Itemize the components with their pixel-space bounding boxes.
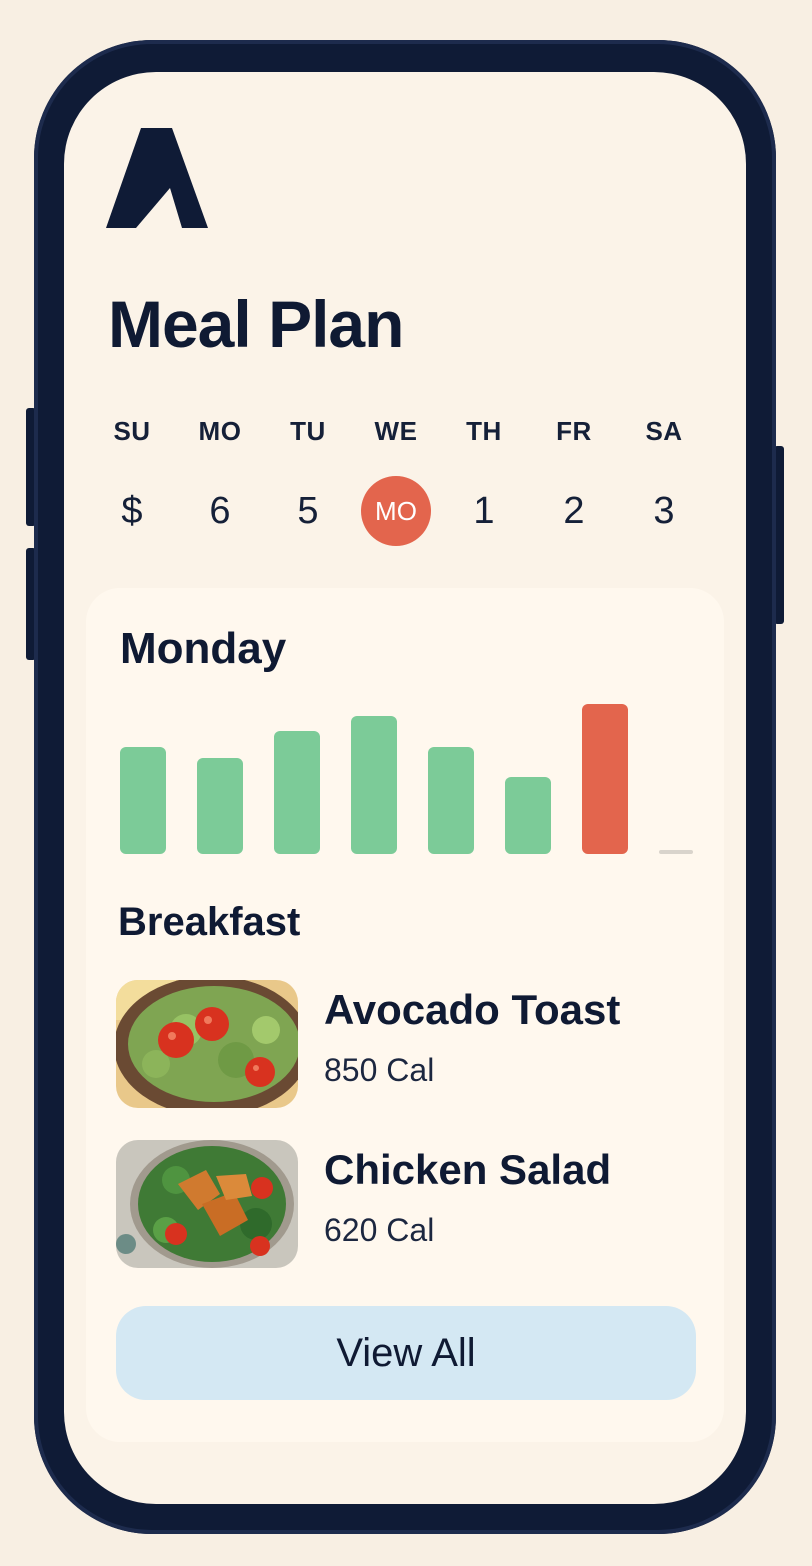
chart-bar — [428, 747, 474, 854]
chart-bar — [505, 777, 551, 854]
day-title: Monday — [120, 624, 287, 673]
day-number-selected: MO — [361, 476, 431, 546]
avocado-toast-image — [116, 980, 298, 1108]
day-label: WE — [374, 416, 418, 446]
day-label: FR — [556, 416, 592, 446]
chicken-salad-image — [116, 1140, 298, 1268]
meal-item[interactable]: Chicken Salad 620 Cal — [116, 1140, 696, 1268]
chart-bar — [120, 747, 166, 854]
section-title-breakfast: Breakfast — [118, 900, 301, 944]
meal-item[interactable]: Avocado Toast 850 Cal — [116, 980, 696, 1108]
meal-calories: 620 Cal — [324, 1212, 435, 1248]
meal-calories: 850 Cal — [324, 1052, 435, 1088]
calorie-bar-chart — [120, 704, 693, 854]
day-label: SA — [645, 416, 683, 446]
day-number: 5 — [297, 490, 319, 532]
day-number: 3 — [653, 490, 675, 532]
day-label: TH — [466, 416, 502, 446]
day-card: Monday Breakfast Avocado Toast 850 Cal C… — [86, 588, 724, 1442]
day-label: TU — [290, 416, 326, 446]
logo-a-icon — [106, 128, 208, 228]
app-screen: Meal Plan SU $ MO 6 TU 5 WE MO TH 1 FR 2 SA 3 Monday … — [64, 72, 746, 1504]
chart-bar — [197, 758, 243, 854]
day-number: 2 — [563, 490, 585, 532]
view-all-button[interactable]: View All — [116, 1306, 696, 1400]
day-label: SU — [113, 416, 151, 446]
chart-bar — [274, 731, 320, 854]
meal-name: Chicken Salad — [324, 1146, 612, 1193]
page-title: Meal Plan — [108, 287, 404, 361]
day-number: 1 — [473, 490, 495, 532]
day-label: MO — [198, 416, 242, 446]
day-number: 6 — [209, 490, 231, 532]
meal-name: Avocado Toast — [324, 986, 621, 1033]
day-number: $ — [121, 490, 143, 532]
chart-bar-highlighted — [582, 704, 628, 854]
chart-bar — [351, 716, 397, 854]
chart-bar-empty — [659, 850, 693, 854]
